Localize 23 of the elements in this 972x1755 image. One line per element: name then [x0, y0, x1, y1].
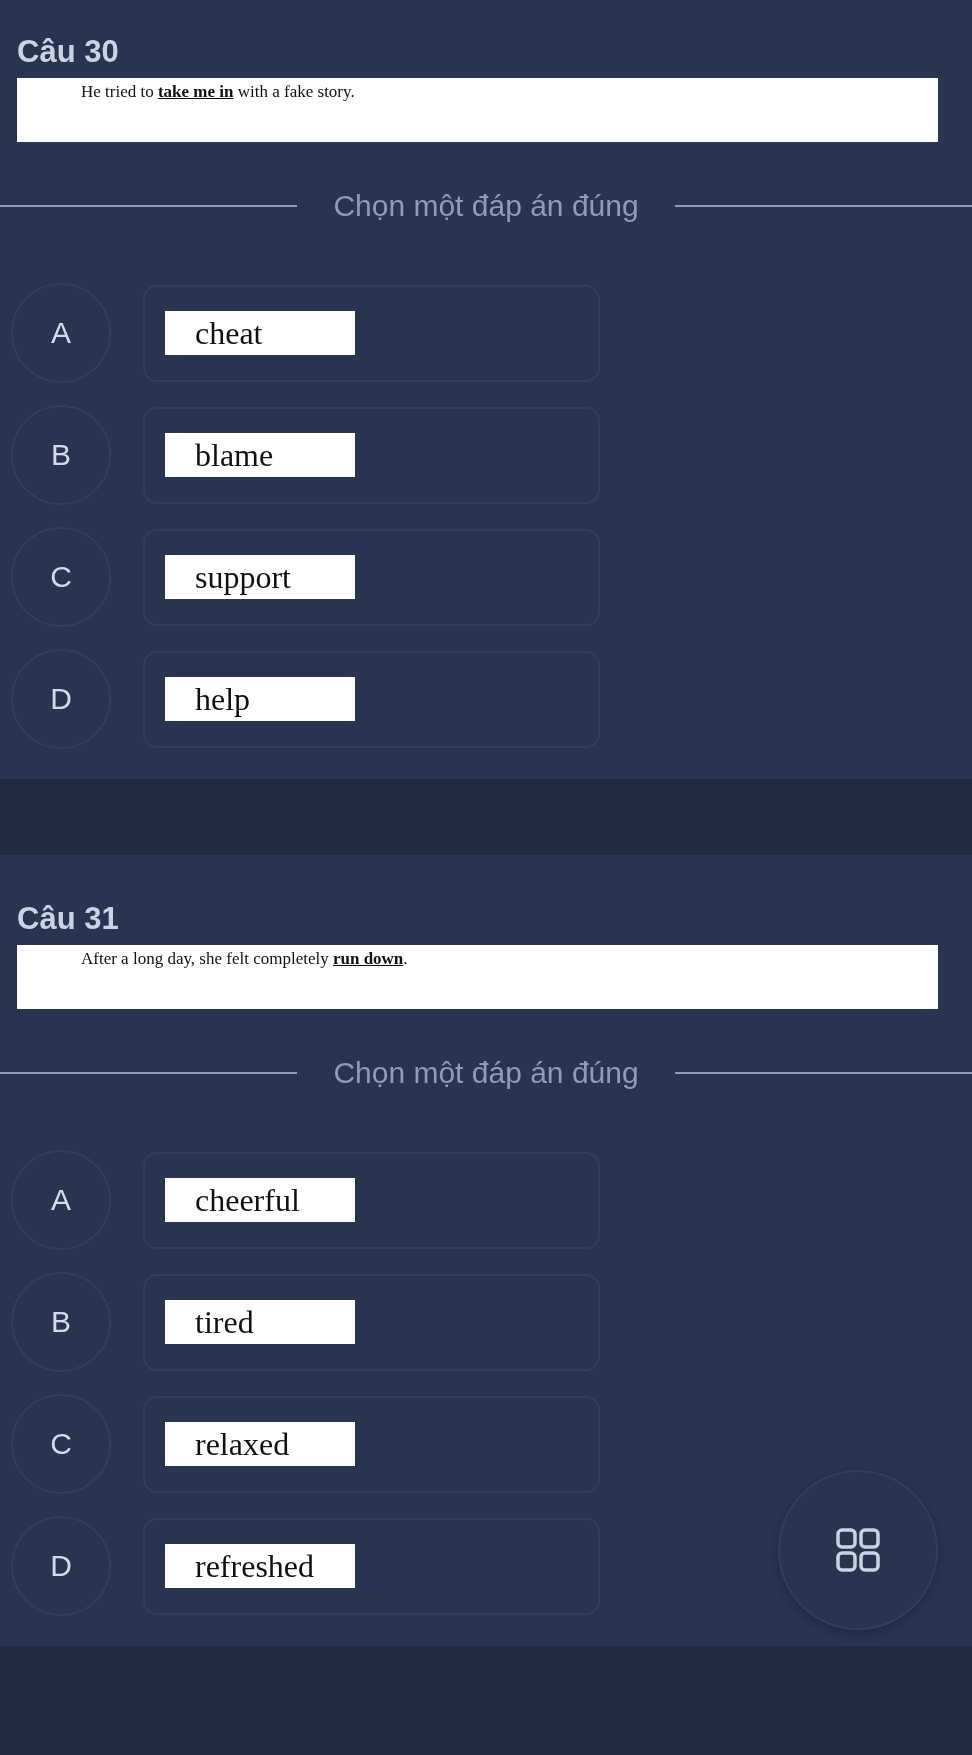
option-letter[interactable]: B	[11, 405, 111, 505]
answer-option[interactable]: support	[143, 528, 600, 626]
answer-option[interactable]: cheat	[143, 284, 600, 382]
instruction-text: Chọn một đáp án đúng	[333, 1055, 639, 1091]
question-text: After a long day, she felt completely run down.	[17, 945, 938, 1009]
answer-option[interactable]: cheerful	[143, 1151, 600, 1249]
answer-option[interactable]: refreshed	[143, 1517, 600, 1615]
option-letter[interactable]: D	[11, 1516, 111, 1616]
option-letter[interactable]: A	[11, 283, 111, 383]
option-letter[interactable]: A	[11, 1150, 111, 1250]
question-title: Câu 31	[17, 900, 120, 938]
grid-icon	[836, 1528, 880, 1572]
question-text: He tried to take me in with a fake story.	[17, 78, 938, 142]
answer-option[interactable]: help	[143, 650, 600, 748]
option-letter[interactable]: C	[11, 1394, 111, 1494]
option-letter[interactable]: D	[11, 649, 111, 749]
option-letter[interactable]: B	[11, 1272, 111, 1372]
answer-option[interactable]: relaxed	[143, 1395, 600, 1493]
instruction-text: Chọn một đáp án đúng	[333, 188, 639, 224]
answer-option[interactable]: blame	[143, 406, 600, 504]
question-title: Câu 30	[17, 33, 120, 71]
answer-option[interactable]: tired	[143, 1273, 600, 1371]
option-letter[interactable]: C	[11, 527, 111, 627]
